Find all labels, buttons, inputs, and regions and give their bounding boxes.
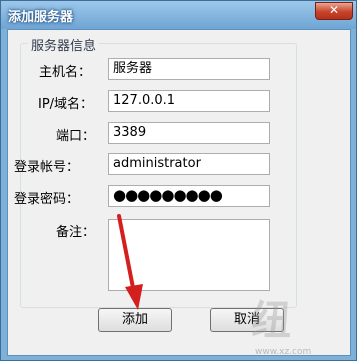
note-textarea[interactable] — [108, 219, 270, 291]
dialog-window: 添加服务器 ✕ 服务器信息 主机名： 服务器 IP/域名： 127.0.0.1 … — [0, 0, 357, 361]
group-title: 服务器信息 — [28, 35, 100, 54]
window-title: 添加服务器 — [8, 10, 74, 25]
account-label: 登录帐号： — [14, 160, 80, 175]
host-label: 主机名： — [39, 65, 92, 80]
password-input[interactable]: ●●●●●●●●● — [108, 185, 270, 207]
title-bar[interactable]: 添加服务器 ✕ — [1, 1, 356, 29]
ip-label: IP/域名： — [38, 97, 94, 112]
ip-input[interactable]: 127.0.0.1 — [108, 90, 270, 112]
account-input[interactable]: administrator — [108, 153, 270, 175]
host-input[interactable]: 服务器 — [108, 58, 270, 80]
password-label: 登录密码： — [14, 192, 80, 207]
close-icon: ✕ — [328, 3, 340, 17]
add-button[interactable]: 添加 — [98, 308, 172, 332]
close-button[interactable]: ✕ — [315, 2, 353, 20]
note-label: 备注： — [56, 225, 96, 240]
port-label: 端口： — [56, 129, 96, 144]
port-input[interactable]: 3389 — [108, 122, 270, 144]
watermark-url: www.xz.com — [255, 347, 312, 357]
